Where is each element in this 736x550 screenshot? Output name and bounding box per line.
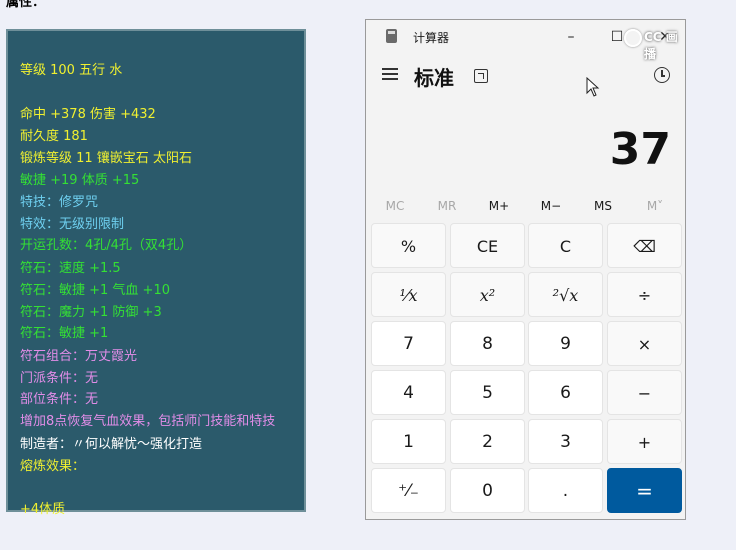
- prop-line: 增加8点恢复气血效果，包括师门技能和特技: [20, 414, 276, 429]
- equals-key[interactable]: =: [607, 468, 682, 513]
- prop-line: 特技：修罗咒: [20, 195, 99, 210]
- prop-line: 熔炼效果：: [20, 459, 86, 474]
- digit-5-key[interactable]: 5: [450, 370, 525, 415]
- prop-line: 符石组合：万丈霞光: [20, 349, 138, 364]
- digit-3-key[interactable]: 3: [528, 419, 603, 464]
- mc-button[interactable]: MC: [369, 193, 421, 219]
- digit-2-key[interactable]: 2: [450, 419, 525, 464]
- prop-line: 符石：敏捷 +1 气血 +10: [20, 283, 170, 298]
- decimal-key[interactable]: .: [528, 468, 603, 513]
- prop-line: 符石：敏捷 +1: [20, 326, 109, 341]
- item-properties-panel: 等级 100 五行 水 命中 +378 伤害 +432 耐久度 181 锻炼等级…: [6, 29, 306, 517]
- prop-line: 特效：无级别限制: [20, 217, 125, 232]
- digit-0-key[interactable]: 0: [450, 468, 525, 513]
- prop-line: 制造者：〃何以解忧～强化打造: [20, 437, 203, 452]
- divide-key[interactable]: ÷: [607, 272, 682, 317]
- square-key[interactable]: x²: [450, 272, 525, 317]
- mr-button[interactable]: MR: [421, 193, 473, 219]
- minimize-button[interactable]: –: [556, 26, 586, 48]
- m-minus-button[interactable]: M−: [525, 193, 577, 219]
- window-title: 计算器: [413, 31, 450, 45]
- prop-line: 符石：速度 +1.5: [20, 261, 121, 276]
- history-icon[interactable]: [654, 67, 670, 83]
- backspace-key[interactable]: ⌫: [607, 223, 682, 268]
- percent-key[interactable]: %: [371, 223, 446, 268]
- prop-line: 锻炼等级 11 镶嵌宝石 太阳石: [20, 151, 192, 166]
- watermark-logo-icon: [624, 29, 642, 47]
- prop-line: 开运孔数：4孔/4孔（双4孔）: [20, 238, 193, 253]
- mode-title: 标准: [414, 66, 454, 90]
- subtract-key[interactable]: −: [607, 370, 682, 415]
- digit-9-key[interactable]: 9: [528, 321, 603, 366]
- clear-key[interactable]: C: [528, 223, 603, 268]
- prop-line: 门派条件：无: [20, 371, 99, 386]
- digit-1-key[interactable]: 1: [371, 419, 446, 464]
- digit-4-key[interactable]: 4: [371, 370, 446, 415]
- calculator-app-icon: [386, 29, 397, 43]
- add-key[interactable]: +: [607, 419, 682, 464]
- calculator-window: 计算器 – ☐ ✕ CC 画播 标准 37 MC MR M+ M− MS M˅ …: [365, 19, 686, 520]
- clear-entry-key[interactable]: CE: [450, 223, 525, 268]
- prop-line: 敏捷 +19 体质 +15: [20, 173, 140, 188]
- square-root-key[interactable]: ²√x: [528, 272, 603, 317]
- title-bar[interactable]: 计算器 – ☐ ✕ CC 画播: [366, 20, 685, 61]
- watermark: CC 画播: [644, 30, 678, 61]
- multiply-key[interactable]: ×: [607, 321, 682, 366]
- menu-icon[interactable]: [382, 68, 398, 82]
- digit-7-key[interactable]: 7: [371, 321, 446, 366]
- negate-key[interactable]: ⁺⁄₋: [371, 468, 446, 513]
- mouse-cursor-icon: [586, 77, 600, 97]
- prop-line: 耐久度 181: [20, 129, 88, 144]
- prop-line: 命中 +378 伤害 +432: [20, 107, 156, 122]
- digit-8-key[interactable]: 8: [450, 321, 525, 366]
- ms-button[interactable]: MS: [577, 193, 629, 219]
- m-plus-button[interactable]: M+: [473, 193, 525, 219]
- prop-line: 符石：魔力 +1 防御 +3: [20, 305, 162, 320]
- attributes-label: 属性：: [6, 0, 46, 10]
- memory-row: MC MR M+ M− MS M˅: [366, 193, 685, 219]
- prop-line: 等级 100 五行 水: [20, 63, 123, 78]
- keep-on-top-icon[interactable]: [474, 69, 488, 83]
- prop-line: 部位条件：无: [20, 392, 99, 407]
- result-display: 37: [609, 124, 671, 175]
- prop-line: +4体质: [20, 502, 66, 517]
- reciprocal-key[interactable]: ¹⁄x: [371, 272, 446, 317]
- digit-6-key[interactable]: 6: [528, 370, 603, 415]
- memory-list-button[interactable]: M˅: [629, 193, 681, 219]
